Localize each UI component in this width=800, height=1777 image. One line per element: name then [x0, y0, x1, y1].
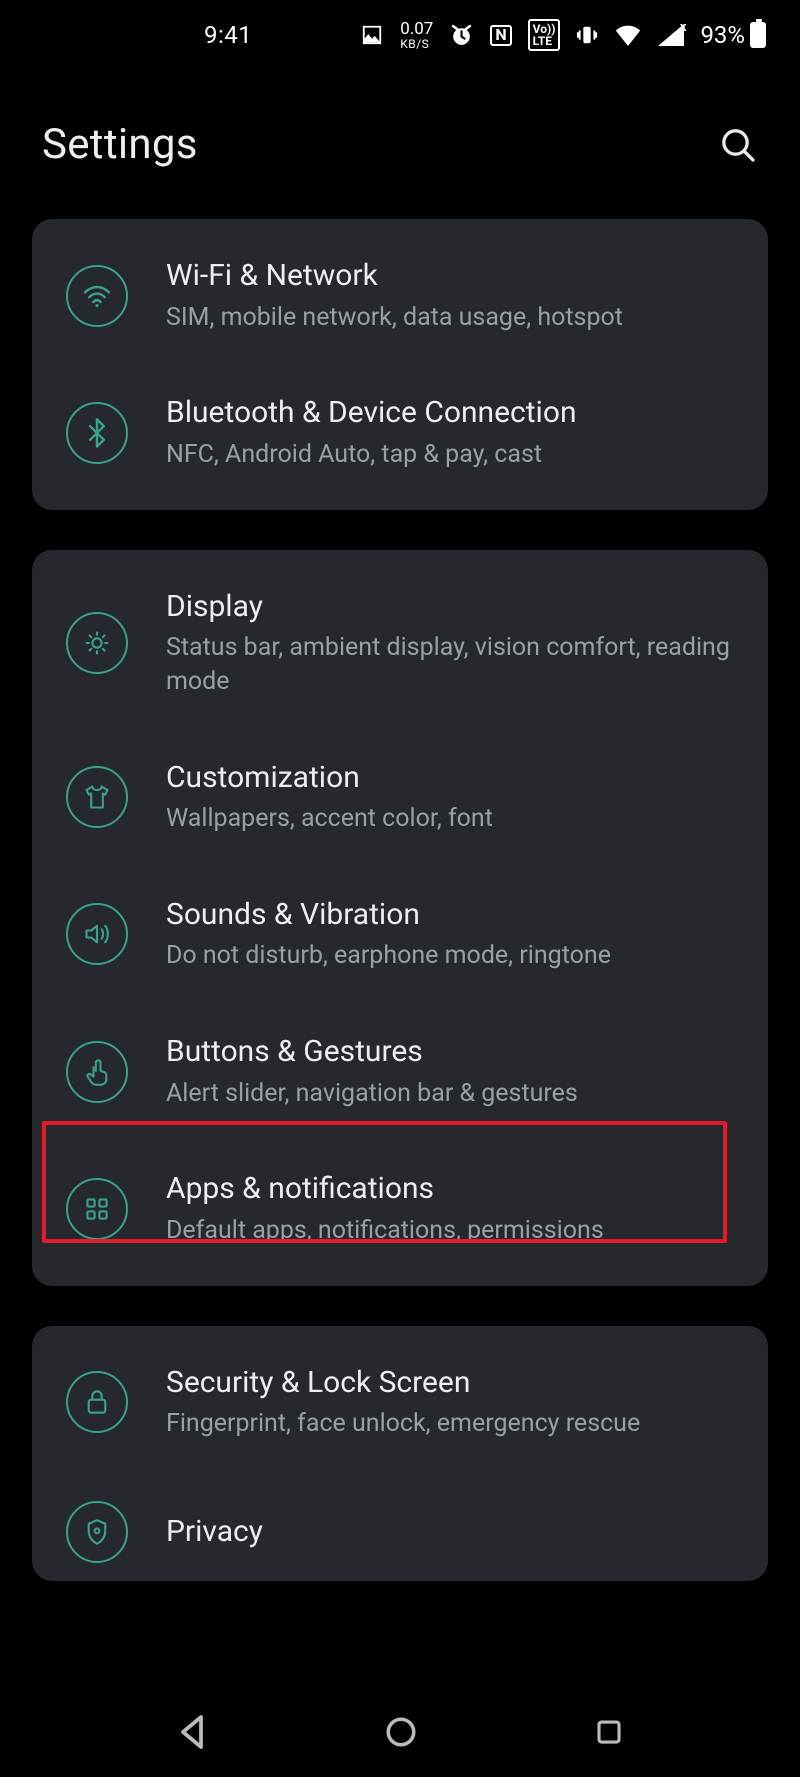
- item-title: Bluetooth & Device Connection: [166, 394, 734, 432]
- vibrate-icon: [576, 23, 598, 47]
- cell-signal-icon: x: [658, 24, 684, 46]
- volume-icon: [66, 903, 128, 965]
- nfc-icon: N: [490, 25, 511, 46]
- wifi-icon: [66, 265, 128, 327]
- nav-recent-button[interactable]: [594, 1717, 624, 1747]
- status-time: 9:41: [204, 21, 252, 49]
- image-icon: [360, 24, 384, 46]
- volte-icon: Vo))LTE: [528, 19, 561, 51]
- item-subtitle: Default apps, notifications, permissions: [166, 1214, 734, 1248]
- settings-group-device: Display Status bar, ambient display, vis…: [32, 550, 768, 1286]
- settings-item-bluetooth[interactable]: Bluetooth & Device Connection NFC, Andro…: [32, 364, 768, 501]
- search-icon[interactable]: [718, 125, 758, 165]
- settings-item-sounds[interactable]: Sounds & Vibration Do not disturb, earph…: [32, 866, 768, 1003]
- network-speed: 0.07 KB/S: [400, 21, 433, 50]
- wifi-status-icon: [614, 24, 642, 46]
- item-title: Security & Lock Screen: [166, 1364, 734, 1402]
- settings-item-display[interactable]: Display Status bar, ambient display, vis…: [32, 558, 768, 729]
- lock-icon: [66, 1371, 128, 1433]
- item-subtitle: Alert slider, navigation bar & gestures: [166, 1077, 734, 1111]
- item-title: Privacy: [166, 1513, 734, 1551]
- settings-item-customization[interactable]: Customization Wallpapers, accent color, …: [32, 729, 768, 866]
- nav-home-button[interactable]: [384, 1715, 418, 1749]
- settings-item-security[interactable]: Security & Lock Screen Fingerprint, face…: [32, 1334, 768, 1471]
- alarm-icon: [449, 23, 474, 48]
- settings-item-apps[interactable]: Apps & notifications Default apps, notif…: [32, 1140, 768, 1277]
- item-subtitle: Do not disturb, earphone mode, ringtone: [166, 939, 734, 973]
- item-subtitle: Wallpapers, accent color, font: [166, 802, 734, 836]
- settings-header: Settings: [0, 70, 800, 219]
- item-subtitle: Status bar, ambient display, vision comf…: [166, 631, 734, 699]
- bluetooth-icon: [66, 402, 128, 464]
- brightness-icon: [66, 612, 128, 674]
- item-title: Display: [166, 588, 734, 626]
- item-title: Wi-Fi & Network: [166, 257, 734, 295]
- apps-icon: [66, 1178, 128, 1240]
- item-subtitle: NFC, Android Auto, tap & pay, cast: [166, 438, 734, 472]
- shirt-icon: [66, 766, 128, 828]
- settings-item-privacy[interactable]: Privacy: [32, 1471, 768, 1573]
- battery-icon: [750, 22, 766, 48]
- item-title: Customization: [166, 759, 734, 797]
- navigation-bar: [0, 1687, 800, 1777]
- item-subtitle: SIM, mobile network, data usage, hotspot: [166, 301, 734, 335]
- settings-item-buttons[interactable]: Buttons & Gestures Alert slider, navigat…: [32, 1003, 768, 1140]
- nav-back-button[interactable]: [176, 1714, 208, 1750]
- item-subtitle: Fingerprint, face unlock, emergency resc…: [166, 1407, 734, 1441]
- shield-icon: [66, 1501, 128, 1563]
- page-title: Settings: [42, 120, 198, 169]
- gesture-icon: [66, 1041, 128, 1103]
- item-title: Sounds & Vibration: [166, 896, 734, 934]
- status-bar: 9:41 0.07 KB/S N Vo))LTE x 93%: [0, 0, 800, 70]
- item-title: Buttons & Gestures: [166, 1033, 734, 1071]
- settings-group-connectivity: Wi-Fi & Network SIM, mobile network, dat…: [32, 219, 768, 510]
- battery-status: 93%: [700, 21, 766, 49]
- settings-item-wifi[interactable]: Wi-Fi & Network SIM, mobile network, dat…: [32, 227, 768, 364]
- settings-group-security: Security & Lock Screen Fingerprint, face…: [32, 1326, 768, 1581]
- item-title: Apps & notifications: [166, 1170, 734, 1208]
